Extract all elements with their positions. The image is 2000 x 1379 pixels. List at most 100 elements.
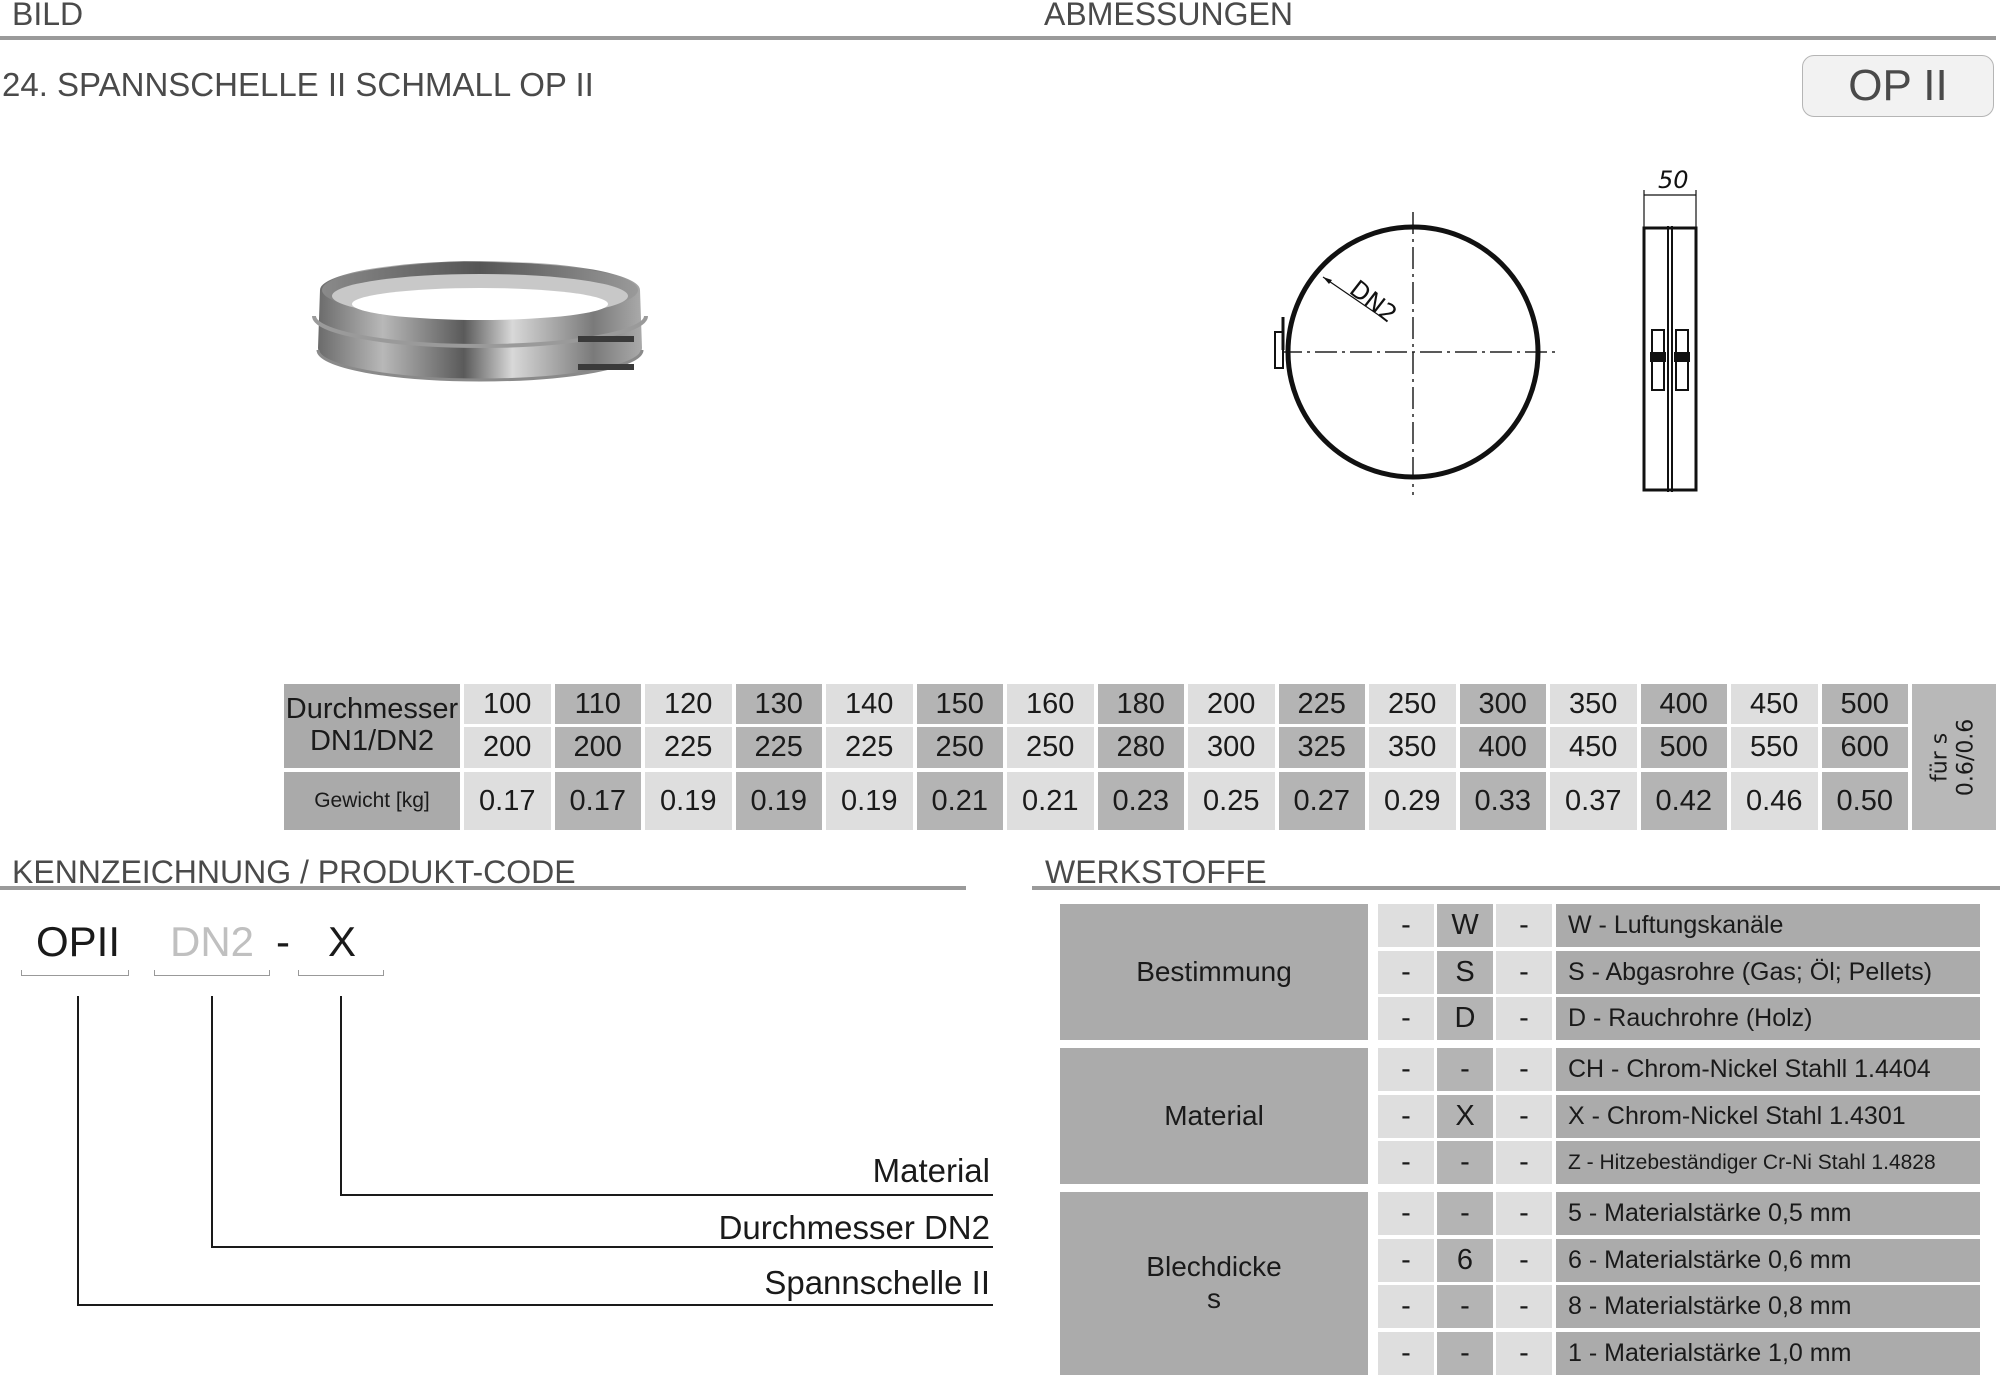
code-underline-type xyxy=(21,970,129,976)
code-suffix-cell: - xyxy=(1496,1285,1552,1328)
group-label-line2: s xyxy=(1207,1283,1221,1315)
dn1-cell: 225 xyxy=(1278,684,1365,724)
dn2-cell: 500 xyxy=(1640,727,1727,768)
row-header-diameter: Durchmesser DN1/DN2 xyxy=(284,684,460,768)
dn2-cell: 600 xyxy=(1821,727,1908,768)
werkstoffe-group-label: Material xyxy=(1060,1048,1368,1184)
row-header-weight: Gewicht [kg] xyxy=(284,772,460,830)
dn2-cell: 225 xyxy=(826,727,913,768)
dn1-cell: 120 xyxy=(645,684,732,724)
dn1-cell: 300 xyxy=(1459,684,1546,724)
latch-upper-icon xyxy=(578,336,634,342)
row-header-diameter-line2: DN1/DN2 xyxy=(309,725,435,757)
dn2-cell: 200 xyxy=(464,727,551,768)
code-suffix-cell: - xyxy=(1496,1192,1552,1235)
dn1-cell: 140 xyxy=(826,684,913,724)
header-abmessungen: ABMESSUNGEN xyxy=(1044,0,1293,32)
code-prefix-cell: - xyxy=(1378,1331,1434,1375)
werkstoffe-description: W - Luftungskanäle xyxy=(1556,904,1980,947)
weight-cell: 0.17 xyxy=(554,772,641,830)
thickness-note: für s 0.6/0.6 xyxy=(1912,684,1996,830)
code-value-cell: W xyxy=(1437,904,1493,947)
werkstoffe-description: D - Rauchrohre (Holz) xyxy=(1556,997,1980,1040)
code-prefix-cell: - xyxy=(1378,1238,1434,1282)
dn2-cell: 550 xyxy=(1731,727,1818,768)
code-prefix-cell: - xyxy=(1378,1048,1434,1091)
product-code-rule xyxy=(0,886,966,890)
latch-lower-icon xyxy=(578,364,634,370)
leader-clamp-horizontal xyxy=(77,1304,993,1306)
weight-cell: 0.50 xyxy=(1821,772,1908,830)
dn1-cell: 150 xyxy=(916,684,1003,724)
dn2-cell: 300 xyxy=(1188,727,1275,768)
side-view-drawing: 50 xyxy=(1642,166,1698,492)
weight-cell: 0.25 xyxy=(1188,772,1275,830)
dn2-label: DN2 xyxy=(1344,275,1402,329)
leader-clamp-vertical xyxy=(77,996,79,1306)
werkstoffe-group-label: Blechdicke s xyxy=(1060,1192,1368,1375)
weight-cell: 0.19 xyxy=(826,772,913,830)
product-badge-label: OP II xyxy=(1848,61,1948,110)
code-value-cell: - xyxy=(1437,1192,1493,1235)
code-prefix-cell: - xyxy=(1378,1192,1434,1235)
dn1-cell: 400 xyxy=(1640,684,1727,724)
werkstoffe-rule xyxy=(1032,886,2000,890)
weight-cell: 0.29 xyxy=(1369,772,1456,830)
dn1-cell: 180 xyxy=(1097,684,1184,724)
code-prefix-cell: - xyxy=(1378,904,1434,947)
weight-cell: 0.19 xyxy=(645,772,732,830)
werkstoffe-description: 6 - Materialstärke 0,6 mm xyxy=(1556,1238,1980,1282)
weight-cell: 0.17 xyxy=(464,772,551,830)
code-prefix-cell: - xyxy=(1378,950,1434,994)
weight-cell: 0.21 xyxy=(1007,772,1094,830)
label-material: Material xyxy=(872,1152,990,1189)
code-underline-diameter xyxy=(154,970,270,976)
thickness-note-line1: für s xyxy=(1927,732,1953,782)
product-title: 24. SPANNSCHELLE II SCHMALL OP II xyxy=(2,66,594,103)
dn1-cell: 350 xyxy=(1550,684,1637,724)
code-suffix-cell: - xyxy=(1496,950,1552,994)
code-prefix-cell: - xyxy=(1378,1285,1434,1328)
weight-cell: 0.33 xyxy=(1459,772,1546,830)
code-prefix-cell: - xyxy=(1378,1094,1434,1138)
werkstoffe-description: S - Abgasrohre (Gas; Öl; Pellets) xyxy=(1556,950,1980,994)
code-value-cell: S xyxy=(1437,950,1493,994)
product-badge: OP II xyxy=(1802,55,1994,117)
weight-cell: 0.42 xyxy=(1640,772,1727,830)
dn1-cell: 500 xyxy=(1821,684,1908,724)
code-underline-material xyxy=(298,970,384,976)
werkstoffe-description: 5 - Materialstärke 0,5 mm xyxy=(1556,1192,1980,1235)
code-suffix-cell: - xyxy=(1496,997,1552,1040)
code-value-cell: X xyxy=(1437,1094,1493,1138)
dn2-cell: 250 xyxy=(916,727,1003,768)
dn2-cell: 350 xyxy=(1369,727,1456,768)
werkstoffe-description: 1 - Materialstärke 1,0 mm xyxy=(1556,1331,1980,1375)
weight-cell: 0.19 xyxy=(735,772,822,830)
dn2-cell: 325 xyxy=(1278,727,1365,768)
dn1-cell: 160 xyxy=(1007,684,1094,724)
label-clamp: Spannschelle II xyxy=(764,1264,990,1301)
code-value-cell: D xyxy=(1437,997,1493,1040)
weight-cell: 0.21 xyxy=(916,772,1003,830)
dn1-cell: 450 xyxy=(1731,684,1818,724)
thickness-note-text: für s 0.6/0.6 xyxy=(1928,718,1981,795)
code-part-material: X xyxy=(328,918,357,965)
werkstoffe-description: Z - Hitzebeständiger Cr-Ni Stahl 1.4828 xyxy=(1556,1141,1980,1184)
dn2-cell: 280 xyxy=(1097,727,1184,768)
weight-cell: 0.27 xyxy=(1278,772,1365,830)
label-diameter: Durchmesser DN2 xyxy=(718,1209,990,1246)
code-value-cell: - xyxy=(1437,1285,1493,1328)
dn2-cell: 225 xyxy=(645,727,732,768)
code-suffix-cell: - xyxy=(1496,1238,1552,1282)
werkstoffe-description: X - Chrom-Nickel Stahl 1.4301 xyxy=(1556,1094,1980,1138)
werkstoffe-group-label: Bestimmung xyxy=(1060,904,1368,1040)
group-label-line1: Blechdicke xyxy=(1146,1251,1282,1283)
dn2-cell: 450 xyxy=(1550,727,1637,768)
code-suffix-cell: - xyxy=(1496,1331,1552,1375)
code-suffix-cell: - xyxy=(1496,1141,1552,1184)
weight-cell: 0.46 xyxy=(1731,772,1818,830)
code-separator: - xyxy=(276,918,290,965)
code-part-type: OPII xyxy=(36,918,121,965)
leader-material-vertical xyxy=(340,996,342,1196)
werkstoffe-description: 8 - Materialstärke 0,8 mm xyxy=(1556,1285,1980,1328)
